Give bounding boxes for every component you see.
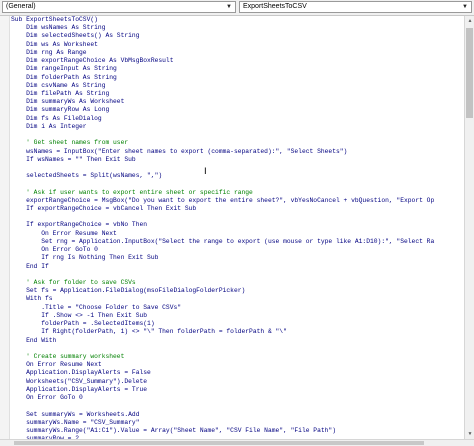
code-line[interactable] — [11, 213, 464, 221]
code-line[interactable] — [11, 402, 464, 410]
code-line[interactable]: Dim summaryRow As Long — [11, 106, 464, 114]
vertical-scrollbar[interactable]: ▲ ▼ — [464, 16, 474, 439]
code-line[interactable] — [11, 345, 464, 353]
code-line[interactable]: On Error Resume Next — [11, 230, 464, 238]
code-line[interactable]: Set rng = Application.InputBox("Select t… — [11, 238, 464, 246]
code-line[interactable]: Dim selectedSheets() As String — [11, 32, 464, 40]
code-line[interactable]: exportRangeChoice = MsgBox("Do you want … — [11, 197, 464, 205]
code-line[interactable]: Dim filePath As String — [11, 90, 464, 98]
code-line[interactable]: Sub ExportSheetsToCSV() — [11, 16, 464, 24]
code-line[interactable]: If wsNames = "" Then Exit Sub — [11, 156, 464, 164]
code-line[interactable]: Dim rng As Range — [11, 49, 464, 57]
code-comment-line[interactable]: ' Ask if user wants to export entire she… — [11, 189, 464, 197]
code-line[interactable]: If exportRangeChoice = vbCancel Then Exi… — [11, 205, 464, 213]
horizontal-scroll-thumb[interactable] — [14, 441, 424, 445]
code-line[interactable]: End With — [11, 337, 464, 345]
code-line[interactable]: On Error Resume Next — [11, 361, 464, 369]
code-line[interactable]: Dim fs As FileDialog — [11, 115, 464, 123]
procedure-dropdown[interactable]: ExportSheetsToCSV ▼ — [239, 1, 472, 13]
code-line[interactable]: Set fs = Application.FileDialog(msoFileD… — [11, 287, 464, 295]
chevron-down-icon[interactable]: ▼ — [224, 2, 234, 12]
code-line[interactable] — [11, 164, 464, 172]
vertical-scroll-thumb[interactable] — [466, 28, 473, 118]
code-line[interactable]: Dim csvName As String — [11, 82, 464, 90]
code-line[interactable]: If exportRangeChoice = vbNo Then — [11, 221, 464, 229]
procedure-dropdown-value: ExportSheetsToCSV — [243, 3, 307, 10]
code-line[interactable] — [11, 180, 464, 188]
code-line[interactable]: folderPath = .SelectedItems(1) — [11, 320, 464, 328]
code-line[interactable]: If .Show <> -1 Then Exit Sub — [11, 312, 464, 320]
chevron-down-icon[interactable]: ▼ — [460, 2, 470, 12]
code-line[interactable]: Dim ws As Worksheet — [11, 41, 464, 49]
code-comment-line[interactable]: ' Get sheet names from user — [11, 139, 464, 147]
scroll-down-icon[interactable]: ▼ — [465, 429, 474, 439]
code-line[interactable]: Dim summaryWs As Worksheet — [11, 98, 464, 106]
code-line[interactable]: Dim wsNames As String — [11, 24, 464, 32]
code-line[interactable]: Dim rangeInput As String — [11, 65, 464, 73]
object-dropdown[interactable]: (General) ▼ — [2, 1, 236, 13]
code-line[interactable]: If Right(folderPath, 1) <> "\" Then fold… — [11, 328, 464, 336]
code-line[interactable]: Worksheets("CSV_Summary").Delete — [11, 378, 464, 386]
code-comment-line[interactable]: ' Ask for folder to save CSVs — [11, 279, 464, 287]
code-line[interactable]: On Error GoTo 0 — [11, 246, 464, 254]
code-line[interactable]: With fs — [11, 295, 464, 303]
code-line[interactable]: Application.DisplayAlerts = False — [11, 369, 464, 377]
text-cursor-icon: I — [204, 167, 207, 177]
code-line[interactable]: Set summaryWs = Worksheets.Add — [11, 411, 464, 419]
code-line[interactable]: Dim i As Integer — [11, 123, 464, 131]
code-line[interactable]: .Title = "Choose Folder to Save CSVs" — [11, 304, 464, 312]
code-line[interactable]: summaryWs.Range("A1:C1").Value = Array("… — [11, 427, 464, 435]
margin-indicator-bar[interactable] — [0, 16, 10, 439]
code-line[interactable]: summaryWs.Name = "CSV_Summary" — [11, 419, 464, 427]
object-dropdown-value: (General) — [6, 3, 36, 10]
code-line[interactable]: Application.DisplayAlerts = True — [11, 386, 464, 394]
code-comment-line[interactable]: ' Create summary worksheet — [11, 353, 464, 361]
code-line[interactable]: wsNames = InputBox("Enter sheet names to… — [11, 148, 464, 156]
code-line[interactable] — [11, 271, 464, 279]
scroll-up-icon[interactable]: ▲ — [465, 16, 474, 26]
code-line[interactable]: End If — [11, 263, 464, 271]
code-line[interactable]: selectedSheets = Split(wsNames, ",") — [11, 172, 464, 180]
code-line[interactable]: Dim exportRangeChoice As VbMsgBoxResult — [11, 57, 464, 65]
code-line[interactable]: If rng Is Nothing Then Exit Sub — [11, 254, 464, 262]
code-line[interactable] — [11, 131, 464, 139]
code-line[interactable]: On Error GoTo 0 — [11, 394, 464, 402]
code-text-area[interactable]: Sub ExportSheetsToCSV() Dim wsNames As S… — [11, 16, 464, 439]
code-line[interactable]: Dim folderPath As String — [11, 74, 464, 82]
code-window-toolbar: (General) ▼ ExportSheetsToCSV ▼ — [0, 0, 474, 16]
code-editor[interactable]: Sub ExportSheetsToCSV() Dim wsNames As S… — [0, 16, 464, 439]
